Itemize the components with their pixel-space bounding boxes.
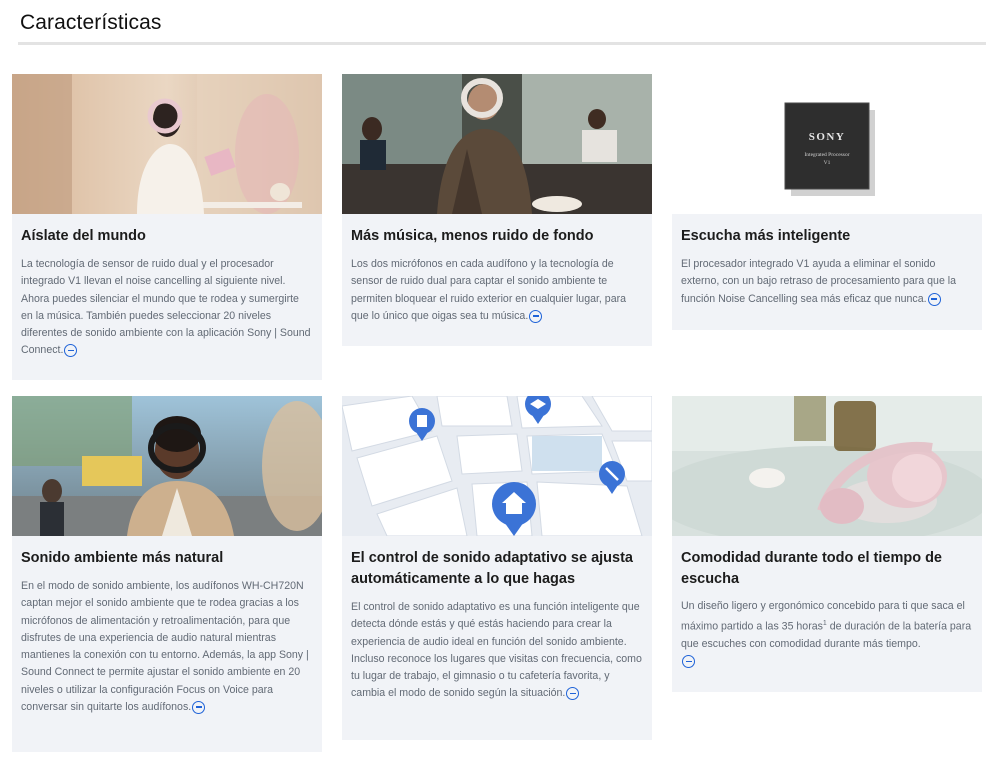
feature-text: Los dos micrófonos en cada audífono y la… [351,258,627,323]
feature-image-processor-chip: SONY Integrated Processor V1 [672,74,982,214]
feature-image-man-on-street [12,396,322,536]
feature-title: Aíslate del mundo [21,228,146,244]
feature-image-woman-reading [12,74,322,214]
feature-image-pink-headphones [672,396,982,536]
feature-card-smarter-listening: SONY Integrated Processor V1 Escucha más… [672,74,982,330]
minus-circle-icon[interactable] [192,701,206,715]
minus-circle-icon[interactable] [64,344,78,358]
feature-card-ambient-sound: Sonido ambiente más natural En el modo d… [12,396,322,752]
feature-card-comfort: Comodidad durante todo el tiempo de escu… [672,396,982,692]
page-title: Características [20,11,162,34]
feature-image-map [342,396,652,536]
feature-text: El procesador integrado V1 ayuda a elimi… [681,258,957,306]
feature-title: Comodidad durante todo el tiempo de escu… [681,550,942,587]
feature-title: El control de sonido adaptativo se ajust… [351,550,633,587]
feature-image-man-in-cafe [342,74,652,214]
feature-card-adaptive-sound: El control de sonido adaptativo se ajust… [342,396,652,740]
feature-text: En el modo de sonido ambiente, los audíf… [21,580,309,715]
feature-title: Sonido ambiente más natural [21,550,224,566]
minus-circle-icon[interactable] [927,292,941,306]
chip-line2: V1 [824,160,831,166]
feature-title: Escucha más inteligente [681,228,851,244]
chip-brand: SONY [809,131,846,143]
minus-circle-icon[interactable] [682,655,695,669]
feature-text: Un diseño ligero y ergonómico concebido … [681,598,973,671]
feature-title: Más música, menos ruido de fondo [351,228,594,244]
feature-card-more-music: Más música, menos ruido de fondo Los dos… [342,74,652,346]
minus-circle-icon[interactable] [566,687,580,701]
minus-circle-icon[interactable] [529,309,543,323]
feature-card-isolate: Aíslate del mundo La tecnología de senso… [12,74,322,380]
feature-text: La tecnología de sensor de ruido dual y … [21,258,311,358]
title-divider [18,42,986,45]
feature-text: El control de sonido adaptativo es una f… [351,601,642,701]
chip-line1: Integrated Processor [804,152,849,158]
